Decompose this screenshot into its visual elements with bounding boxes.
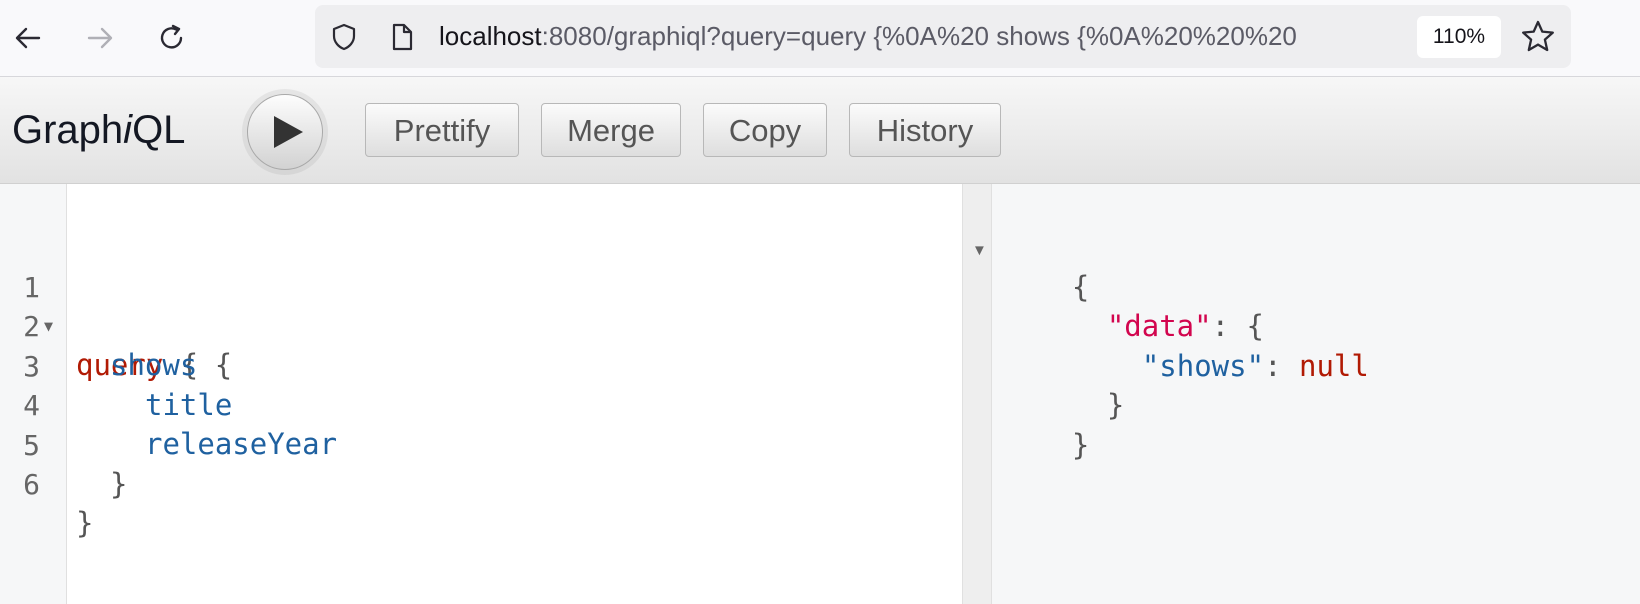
url-path: :8080/graphiql?query=query {%0A%20 shows… — [541, 21, 1297, 51]
title-italic: i — [123, 108, 133, 152]
url-text[interactable]: localhost:8080/graphiql?query=query {%0A… — [439, 5, 1399, 68]
forward-arrow-icon — [87, 27, 113, 49]
result-viewer: { "data": { "shows": null } } — [992, 184, 1640, 604]
title-prefix: Graph — [12, 108, 124, 152]
graphiql-topbar: GraphiQL Prettify Merge Copy History — [0, 77, 1640, 184]
history-button[interactable]: History — [849, 103, 1001, 157]
result-line: } — [1037, 347, 1124, 422]
query-editor[interactable]: 1 ▼ query { 2 shows { 3 title 4 releaseY… — [0, 184, 962, 604]
code-line[interactable]: 1 ▼ query { — [0, 229, 900, 382]
line-number: 6 — [23, 468, 40, 501]
brace: } — [1106, 388, 1125, 422]
url-host: localhost — [439, 21, 542, 51]
code-line[interactable]: 4 releaseYear — [0, 347, 900, 461]
brace: } — [110, 467, 128, 501]
url-bar[interactable]: localhost:8080/graphiql?query=query {%0A… — [315, 5, 1571, 68]
merge-button[interactable]: Merge — [541, 103, 681, 157]
copy-button[interactable]: Copy — [703, 103, 827, 157]
fold-arrow-icon[interactable]: ▼ — [972, 242, 987, 259]
execute-query-button[interactable] — [247, 94, 323, 170]
result-line: { — [1002, 229, 1089, 304]
page-icon[interactable] — [387, 22, 417, 52]
browser-toolbar: localhost:8080/graphiql?query=query {%0A… — [0, 0, 1640, 77]
shield-icon[interactable] — [329, 22, 359, 52]
prettify-button[interactable]: Prettify — [365, 103, 519, 157]
brace: } — [1071, 428, 1090, 462]
star-icon[interactable] — [1518, 17, 1558, 57]
back-button[interactable] — [6, 16, 50, 60]
code-line[interactable]: 2 shows { — [0, 268, 900, 382]
back-arrow-icon — [15, 27, 41, 49]
graphiql-title: GraphiQL — [12, 77, 185, 183]
brace: } — [76, 506, 94, 540]
code-line[interactable]: 5 } — [0, 387, 900, 501]
forward-button[interactable] — [78, 16, 122, 60]
play-icon — [274, 116, 303, 148]
colon: : — [1264, 349, 1299, 383]
json-null-value: null — [1298, 349, 1369, 383]
result-line: "data": { — [1037, 268, 1264, 343]
code-line[interactable]: 6 } — [0, 426, 900, 540]
reload-button[interactable] — [150, 16, 194, 60]
title-suffix: QL — [132, 108, 186, 152]
zoom-level-badge[interactable]: 110% — [1417, 16, 1501, 58]
json-key-shows: "shows" — [1141, 349, 1265, 383]
reload-icon — [160, 24, 183, 49]
result-line: "shows": null — [1072, 308, 1369, 383]
code-line[interactable]: 3 title — [0, 308, 900, 422]
result-line: } — [1002, 387, 1089, 462]
